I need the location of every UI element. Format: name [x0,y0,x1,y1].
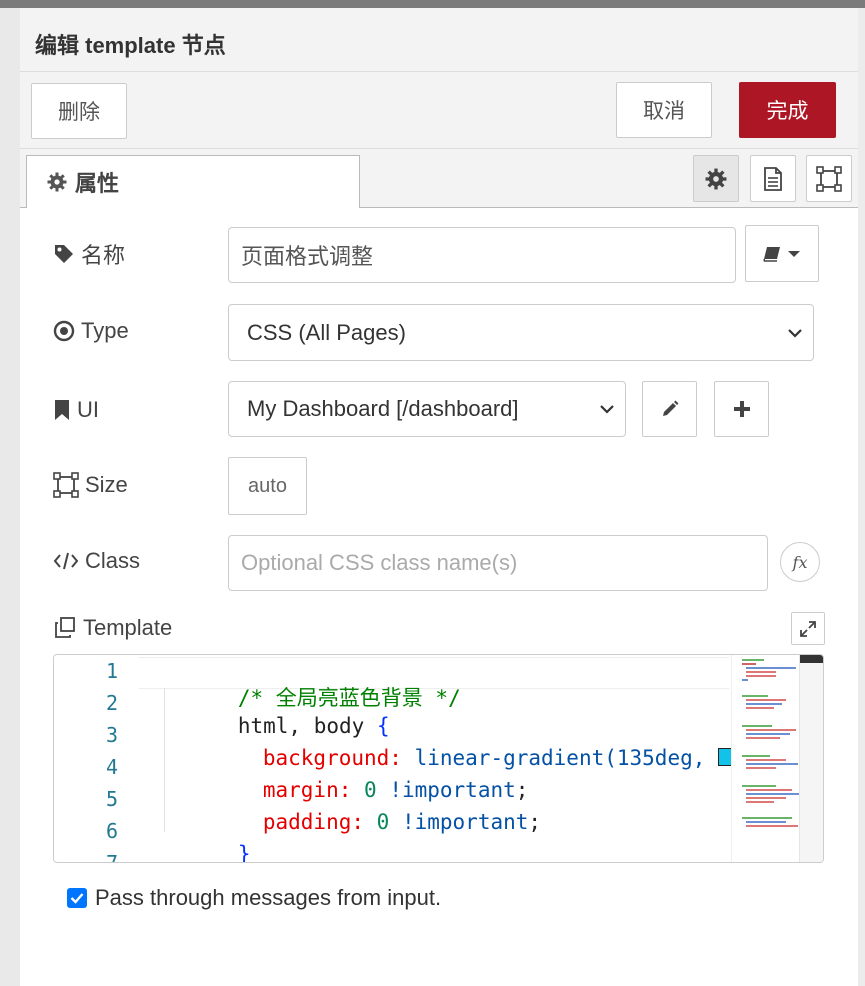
dot-circle-icon [53,320,75,342]
code-icon [53,552,79,570]
minimap-line [746,801,774,803]
minimap-line [746,763,798,765]
done-button[interactable]: 完成 [739,82,836,138]
gear-icon [47,172,67,192]
minimap-line [746,821,786,823]
minimap-line [746,793,802,795]
minimap-line [742,659,764,661]
line-number: 5 [105,787,118,811]
minimap-line [742,695,768,697]
pass-through-row: Pass through messages from input. [67,885,441,911]
expand-icon [800,620,816,637]
minimap-line [746,671,776,673]
class-label: Class [53,548,140,574]
minimap-line [742,817,792,819]
name-library-button[interactable] [745,225,819,282]
clone-icon [55,617,75,638]
tray-toolbar: 删除 取消 完成 [20,72,858,149]
minimap-line [746,767,776,769]
line-number: 3 [105,723,118,747]
settings-tab-button[interactable] [693,155,739,202]
tabs-row: 属性 [20,149,858,208]
frame-icon [816,165,842,192]
chevron-down-icon [600,405,614,414]
minimap-line [746,825,798,827]
edit-tray: 编辑 template 节点 删除 取消 完成 属性 名称 页面格式调整 Typ… [20,8,858,986]
ui-select-value: My Dashboard [/dashboard] [247,396,519,421]
template-label: Template [53,615,172,641]
type-select-value: CSS (All Pages) [247,319,406,345]
class-input[interactable]: Optional CSS class name(s) [228,535,768,591]
edit-ui-button[interactable] [642,381,697,437]
ui-select[interactable]: My Dashboard [/dashboard] [228,381,626,437]
minimap-line [746,699,786,701]
chevron-down-icon [788,328,802,338]
line-number: 1 [105,659,118,683]
minimap-line [742,755,770,757]
minimap-line [742,785,776,787]
add-ui-button[interactable] [714,381,769,437]
pass-through-label[interactable]: Pass through messages from input. [95,885,441,911]
line-number: 4 [105,755,118,779]
tab-properties-label: 属性 [75,171,120,196]
minimap-line [746,733,790,735]
document-icon [764,166,782,191]
workspace-edge [0,8,21,986]
editor-minimap[interactable] [731,655,804,862]
expand-editor-button[interactable] [791,612,825,645]
size-button[interactable]: auto [228,457,307,515]
template-code-editor[interactable]: 1 2 3 4 5 6 7 /* 全局亮蓝色背景 */ html, body {… [53,654,824,863]
line-number-gutter: 1 2 3 4 5 6 7 [54,655,139,863]
pencil-icon [662,400,678,416]
line-number: 7 [105,851,118,863]
cancel-button[interactable]: 取消 [616,82,712,138]
scrollbar-thumb[interactable] [800,655,823,663]
minimap-line [746,759,786,761]
caret-down-icon [788,250,800,257]
type-label: Type [53,318,129,344]
dialog-title: 编辑 template 节点 [35,33,226,58]
class-input-placeholder: Optional CSS class name(s) [241,550,518,575]
workspace-edge-right [858,8,865,986]
pass-through-checkbox[interactable] [67,888,87,908]
type-select[interactable]: CSS (All Pages) [228,304,814,361]
minimap-line [746,707,774,709]
minimap-line [742,679,748,681]
minimap-line [746,729,796,731]
tray-header: 编辑 template 节点 [20,8,858,72]
window-top-bar [0,0,865,8]
minimap-line [746,675,776,677]
ui-label: UI [53,397,99,423]
line-number: 6 [105,819,118,843]
code-line-6: } [237,842,251,863]
minimap-line [746,667,796,669]
gear-icon [705,168,727,189]
minimap-line [746,789,792,791]
book-icon [763,246,780,262]
minimap-line [746,737,780,739]
minimap-line [746,797,786,799]
fx-button[interactable]: fx [780,542,820,582]
editor-scrollbar[interactable] [799,655,823,862]
minimap-line [742,663,756,665]
checkmark-icon [70,893,84,904]
tab-properties[interactable]: 属性 [26,155,360,208]
delete-button[interactable]: 删除 [31,83,127,139]
plus-icon [733,401,750,417]
name-label: 名称 [53,238,125,270]
minimap-line [742,725,772,727]
minimap-line [746,703,782,705]
tag-icon [55,245,73,263]
description-tab-button[interactable] [750,155,796,202]
name-input[interactable]: 页面格式调整 [228,227,736,283]
bookmark-icon [55,400,69,420]
size-label: Size [53,472,128,498]
frame-icon [53,472,79,498]
appearance-tab-button[interactable] [806,155,852,202]
line-number: 2 [105,691,118,715]
